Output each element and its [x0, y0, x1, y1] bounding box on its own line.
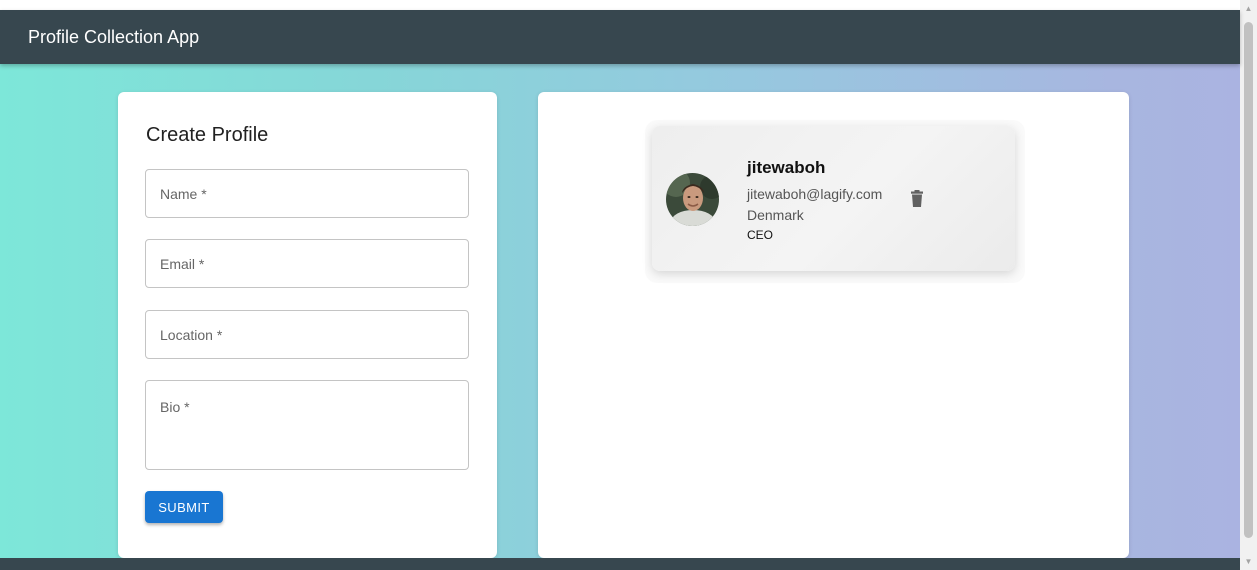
trash-icon[interactable]	[910, 190, 924, 208]
profile-role: CEO	[747, 228, 774, 242]
avatar-photo-icon	[666, 173, 719, 226]
name-label: Name *	[160, 186, 207, 202]
profile-location: Denmark	[747, 207, 804, 223]
app-bar: Profile Collection App	[0, 10, 1240, 64]
submit-button[interactable]: SUBMIT	[145, 491, 223, 523]
bio-label: Bio *	[160, 399, 190, 415]
bio-textarea[interactable]: Bio *	[145, 380, 469, 470]
scroll-down-arrow-icon[interactable]: ▼	[1240, 553, 1257, 570]
form-title: Create Profile	[146, 124, 269, 146]
vertical-scrollbar[interactable]: ▲ ▼	[1240, 0, 1257, 570]
email-label: Email *	[160, 256, 205, 272]
app-title: Profile Collection App	[28, 26, 200, 47]
location-label: Location *	[160, 327, 223, 343]
profile-card: jitewaboh jitewaboh@lagify.com Denmark C…	[652, 126, 1015, 271]
app-root: Profile Collection App Create Profile Na…	[0, 0, 1257, 570]
scroll-thumb[interactable]	[1244, 22, 1253, 538]
bottom-bar	[0, 558, 1240, 570]
top-spacer	[0, 0, 1240, 10]
email-input[interactable]: Email *	[145, 239, 469, 288]
profile-email: jitewaboh@lagify.com	[747, 186, 883, 202]
scroll-up-arrow-icon[interactable]: ▲	[1240, 0, 1257, 17]
location-input[interactable]: Location *	[145, 310, 469, 359]
profile-name: jitewaboh	[747, 158, 826, 177]
avatar	[666, 173, 719, 226]
create-profile-form: Create Profile Name * Email * Location *…	[118, 92, 497, 558]
name-input[interactable]: Name *	[145, 169, 469, 218]
